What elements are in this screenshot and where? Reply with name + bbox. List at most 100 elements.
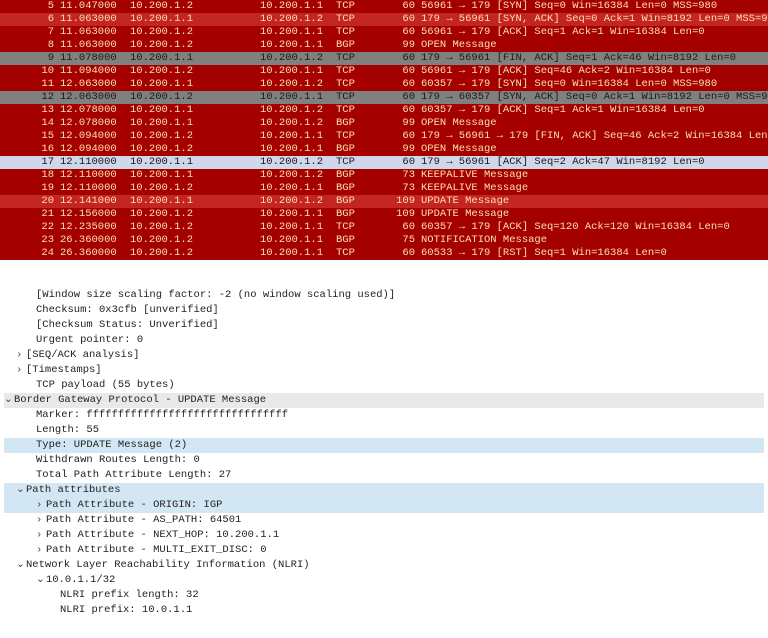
packet-cell-no: 9 — [0, 52, 60, 65]
detail-bgp-totalpath[interactable]: Total Path Attribute Length: 27 — [4, 468, 764, 483]
packet-cell-no: 24 — [0, 247, 60, 260]
detail-bgp-pa-origin[interactable]: ›Path Attribute - ORIGIN: IGP — [4, 498, 764, 513]
packet-list-pane[interactable]: 511.04700010.200.1.210.200.1.1TCP6056961… — [0, 0, 768, 260]
packet-cell-src: 10.200.1.1 — [130, 156, 260, 169]
packet-cell-dst: 10.200.1.1 — [260, 130, 336, 143]
pane-divider[interactable] — [0, 260, 768, 282]
packet-cell-no: 21 — [0, 208, 60, 221]
packet-cell-info: 179 → 60357 [SYN, ACK] Seq=0 Ack=1 Win=8… — [421, 91, 768, 104]
packet-cell-info: 56961 → 179 [ACK] Seq=46 Ack=2 Win=16384… — [421, 65, 768, 78]
packet-cell-len: 60 — [381, 78, 421, 91]
chevron-down-icon: ⌄ — [4, 393, 14, 408]
packet-cell-info: UPDATE Message — [421, 208, 768, 221]
packet-row[interactable]: 1512.09400010.200.1.210.200.1.1TCP60179 … — [0, 130, 768, 143]
packet-cell-src: 10.200.1.2 — [130, 65, 260, 78]
detail-bgp-nlri-entry[interactable]: ⌄10.0.1.1/32 — [4, 573, 764, 588]
packet-row[interactable]: 1612.09400010.200.1.210.200.1.1BGP99OPEN… — [0, 143, 768, 156]
packet-cell-len: 60 — [381, 13, 421, 26]
packet-row[interactable]: 1011.09400010.200.1.210.200.1.1TCP605696… — [0, 65, 768, 78]
packet-cell-src: 10.200.1.1 — [130, 195, 260, 208]
packet-row[interactable]: 2426.36000010.200.1.210.200.1.1TCP606053… — [0, 247, 768, 260]
detail-tcp-urgent[interactable]: Urgent pointer: 0 — [4, 333, 764, 348]
packet-cell-info: 179 → 56961 → 179 [FIN, ACK] Seq=46 Ack=… — [421, 130, 768, 143]
detail-tcp-seqack[interactable]: ›[SEQ/ACK analysis] — [4, 348, 764, 363]
packet-detail-pane[interactable]: [Window size scaling factor: -2 (no wind… — [0, 282, 768, 638]
packet-cell-no: 23 — [0, 234, 60, 247]
packet-cell-proto: TCP — [336, 156, 381, 169]
packet-cell-len: 60 — [381, 247, 421, 260]
packet-row[interactable]: 2212.23500010.200.1.210.200.1.1TCP606035… — [0, 221, 768, 234]
detail-tcp-wsf[interactable]: [Window size scaling factor: -2 (no wind… — [4, 288, 764, 303]
detail-bgp-marker[interactable]: Marker: ffffffffffffffffffffffffffffffff — [4, 408, 764, 423]
packet-cell-src: 10.200.1.1 — [130, 78, 260, 91]
packet-cell-time: 11.078000 — [60, 52, 130, 65]
packet-cell-dst: 10.200.1.2 — [260, 78, 336, 91]
packet-cell-len: 109 — [381, 208, 421, 221]
packet-cell-proto: BGP — [336, 143, 381, 156]
detail-bgp-nlri-prefix[interactable]: NLRI prefix: 10.0.1.1 — [4, 603, 764, 618]
chevron-down-icon: ⌄ — [36, 573, 46, 588]
packet-row[interactable]: 711.06300010.200.1.210.200.1.1TCP6056961… — [0, 26, 768, 39]
packet-cell-no: 13 — [0, 104, 60, 117]
packet-row[interactable]: 811.06300010.200.1.210.200.1.1BGP99OPEN … — [0, 39, 768, 52]
detail-bgp-header[interactable]: ⌄Border Gateway Protocol - UPDATE Messag… — [4, 393, 764, 408]
detail-tcp-timestamps[interactable]: ›[Timestamps] — [4, 363, 764, 378]
packet-cell-src: 10.200.1.1 — [130, 52, 260, 65]
packet-cell-time: 11.094000 — [60, 65, 130, 78]
packet-cell-len: 60 — [381, 130, 421, 143]
packet-cell-dst: 10.200.1.2 — [260, 169, 336, 182]
detail-bgp-pa-nexthop[interactable]: ›Path Attribute - NEXT_HOP: 10.200.1.1 — [4, 528, 764, 543]
chevron-down-icon: ⌄ — [16, 558, 26, 573]
packet-cell-time: 12.235000 — [60, 221, 130, 234]
packet-cell-info: 60357 → 179 [SYN] Seq=0 Win=16384 Len=0 … — [421, 78, 768, 91]
packet-row[interactable]: 2326.36000010.200.1.210.200.1.1BGP75NOTI… — [0, 234, 768, 247]
packet-row[interactable]: 2112.15600010.200.1.210.200.1.1BGP109UPD… — [0, 208, 768, 221]
packet-row[interactable]: 1112.06300010.200.1.110.200.1.2TCP606035… — [0, 78, 768, 91]
packet-row[interactable]: 1212.06300010.200.1.210.200.1.1TCP60179 … — [0, 91, 768, 104]
packet-row[interactable]: 511.04700010.200.1.210.200.1.1TCP6056961… — [0, 0, 768, 13]
detail-tcp-payload[interactable]: TCP payload (55 bytes) — [4, 378, 764, 393]
detail-tcp-checksum-status[interactable]: [Checksum Status: Unverified] — [4, 318, 764, 333]
packet-cell-info: 56961 → 179 [ACK] Seq=1 Ack=1 Win=16384 … — [421, 26, 768, 39]
packet-cell-len: 60 — [381, 26, 421, 39]
packet-cell-proto: BGP — [336, 182, 381, 195]
packet-cell-time: 26.360000 — [60, 247, 130, 260]
packet-cell-proto: TCP — [336, 130, 381, 143]
detail-bgp-pathattr-header[interactable]: ⌄Path attributes — [4, 483, 764, 498]
packet-cell-info: KEEPALIVE Message — [421, 182, 768, 195]
packet-row[interactable]: 911.07800010.200.1.110.200.1.2TCP60179 →… — [0, 52, 768, 65]
detail-bgp-nlri-len[interactable]: NLRI prefix length: 32 — [4, 588, 764, 603]
packet-cell-time: 12.063000 — [60, 91, 130, 104]
packet-row[interactable]: 611.06300010.200.1.110.200.1.2TCP60179 →… — [0, 13, 768, 26]
detail-bgp-length[interactable]: Length: 55 — [4, 423, 764, 438]
packet-cell-len: 73 — [381, 169, 421, 182]
packet-cell-time: 12.078000 — [60, 104, 130, 117]
packet-cell-len: 75 — [381, 234, 421, 247]
detail-bgp-pa-med[interactable]: ›Path Attribute - MULTI_EXIT_DISC: 0 — [4, 543, 764, 558]
packet-cell-time: 12.110000 — [60, 156, 130, 169]
packet-cell-info: 179 → 56961 [SYN, ACK] Seq=0 Ack=1 Win=8… — [421, 13, 768, 26]
packet-cell-no: 8 — [0, 39, 60, 52]
packet-cell-proto: TCP — [336, 0, 381, 13]
packet-cell-src: 10.200.1.2 — [130, 39, 260, 52]
packet-row[interactable]: 1812.11000010.200.1.110.200.1.2BGP73KEEP… — [0, 169, 768, 182]
packet-cell-info: 60357 → 179 [ACK] Seq=1 Ack=1 Win=16384 … — [421, 104, 768, 117]
packet-cell-time: 12.063000 — [60, 78, 130, 91]
packet-row[interactable]: 1312.07800010.200.1.110.200.1.2TCP606035… — [0, 104, 768, 117]
packet-row[interactable]: 2012.14100010.200.1.110.200.1.2BGP109UPD… — [0, 195, 768, 208]
packet-cell-no: 11 — [0, 78, 60, 91]
detail-tcp-checksum[interactable]: Checksum: 0x3cfb [unverified] — [4, 303, 764, 318]
packet-row[interactable]: 1712.11000010.200.1.110.200.1.2TCP60179 … — [0, 156, 768, 169]
packet-cell-info: NOTIFICATION Message — [421, 234, 768, 247]
packet-row[interactable]: 1412.07800010.200.1.110.200.1.2BGP99OPEN… — [0, 117, 768, 130]
packet-cell-len: 60 — [381, 91, 421, 104]
packet-cell-dst: 10.200.1.1 — [260, 65, 336, 78]
packet-row[interactable]: 1912.11000010.200.1.210.200.1.1BGP73KEEP… — [0, 182, 768, 195]
packet-cell-proto: TCP — [336, 52, 381, 65]
detail-bgp-nlri-header[interactable]: ⌄Network Layer Reachability Information … — [4, 558, 764, 573]
packet-cell-dst: 10.200.1.2 — [260, 156, 336, 169]
detail-bgp-pa-aspath[interactable]: ›Path Attribute - AS_PATH: 64501 — [4, 513, 764, 528]
detail-bgp-withdrawn[interactable]: Withdrawn Routes Length: 0 — [4, 453, 764, 468]
packet-cell-proto: TCP — [336, 91, 381, 104]
detail-bgp-type[interactable]: Type: UPDATE Message (2) — [4, 438, 764, 453]
